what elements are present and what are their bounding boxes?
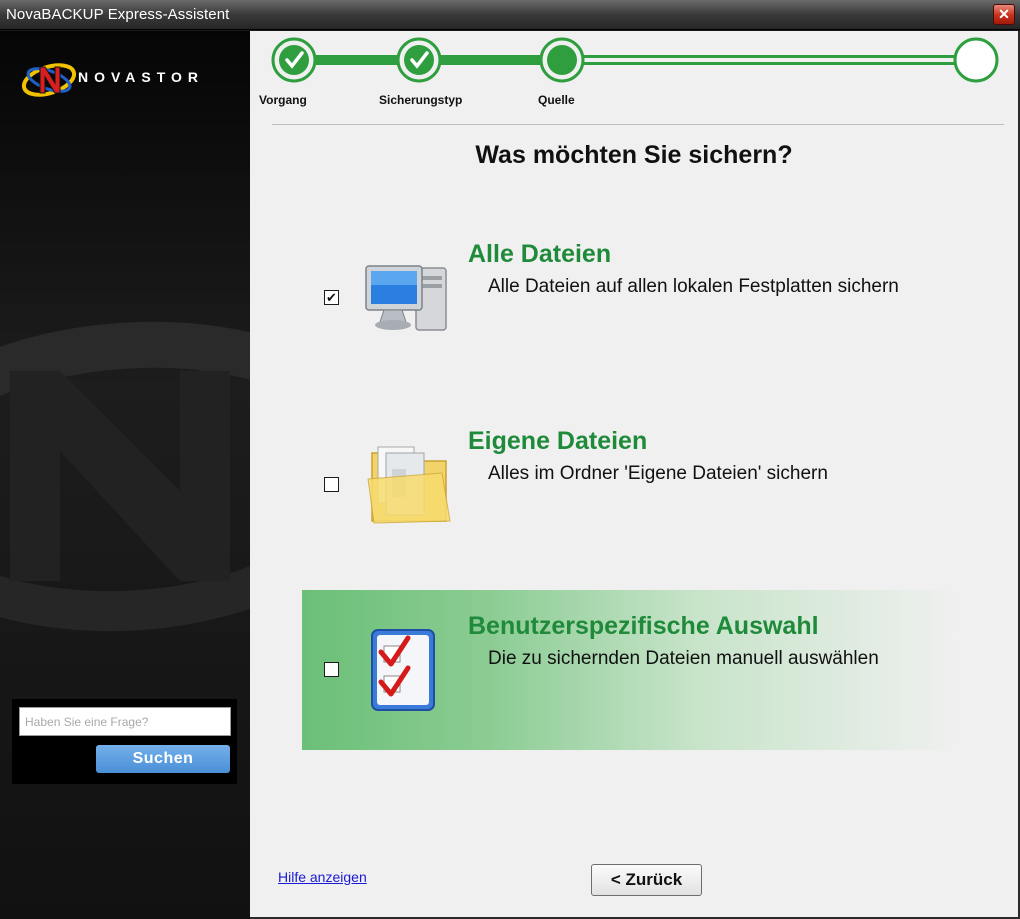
search-input[interactable] <box>19 707 231 736</box>
alle-dateien-checkbox[interactable]: ✔ <box>324 290 339 305</box>
step-sicherungstyp-icon <box>396 37 442 83</box>
alle-dateien-description: Alle Dateien auf allen lokalen Festplatt… <box>488 276 899 297</box>
option-alle-dateien[interactable]: ✔ Alle Dateien Alle Dateien auf allen lo… <box>302 226 962 386</box>
step-label-sicherungstyp: Sicherungstyp <box>379 93 463 107</box>
title-bar: NovaBACKUP Express-Assistent ✕ <box>0 0 1020 30</box>
eigene-dateien-title: Eigene Dateien <box>468 427 648 455</box>
benutzerspezifische-auswahl-checkbox[interactable] <box>324 662 339 677</box>
novastor-watermark-icon <box>0 321 250 631</box>
option-benutzerspezifische-auswahl[interactable]: Benutzerspezifische Auswahl Die zu siche… <box>302 590 962 750</box>
window-title: NovaBACKUP Express-Assistent <box>6 6 230 23</box>
computer-icon <box>365 265 447 331</box>
sidebar: NOVASTOR Suchen <box>0 31 250 919</box>
search-button[interactable]: Suchen <box>96 745 230 773</box>
option-eigene-dateien[interactable]: Eigene Dateien Alles im Ordner 'Eigene D… <box>302 413 962 573</box>
progress-steps <box>271 37 999 83</box>
help-link[interactable]: Hilfe anzeigen <box>278 869 367 885</box>
novastor-logo-icon <box>22 63 77 97</box>
back-button[interactable]: < Zurück <box>591 864 702 896</box>
logo-text: NOVASTOR <box>78 69 205 85</box>
checklist-icon <box>371 629 435 711</box>
eigene-dateien-checkbox[interactable] <box>324 477 339 492</box>
step-label-vorgang: Vorgang <box>259 93 307 107</box>
search-panel: Suchen <box>12 699 237 784</box>
benutzerspezifische-auswahl-title: Benutzerspezifische Auswahl <box>468 612 819 640</box>
close-icon[interactable]: ✕ <box>993 4 1015 25</box>
main-panel: Vorgang Sicherungstyp Quelle Was möchten… <box>250 31 1018 917</box>
benutzerspezifische-auswahl-description: Die zu sichernden Dateien manuell auswäh… <box>488 648 879 669</box>
page-heading: Was möchten Sie sichern? <box>475 141 793 169</box>
step-quelle-icon <box>539 37 585 83</box>
eigene-dateien-description: Alles im Ordner 'Eigene Dateien' sichern <box>488 463 828 484</box>
alle-dateien-title: Alle Dateien <box>468 240 612 268</box>
step-final-icon <box>953 37 999 83</box>
novastor-logo: NOVASTOR <box>22 53 232 103</box>
step-label-quelle: Quelle <box>538 93 575 107</box>
folder-icon <box>367 446 451 524</box>
divider <box>272 124 1004 125</box>
step-vorgang-icon <box>271 37 317 83</box>
